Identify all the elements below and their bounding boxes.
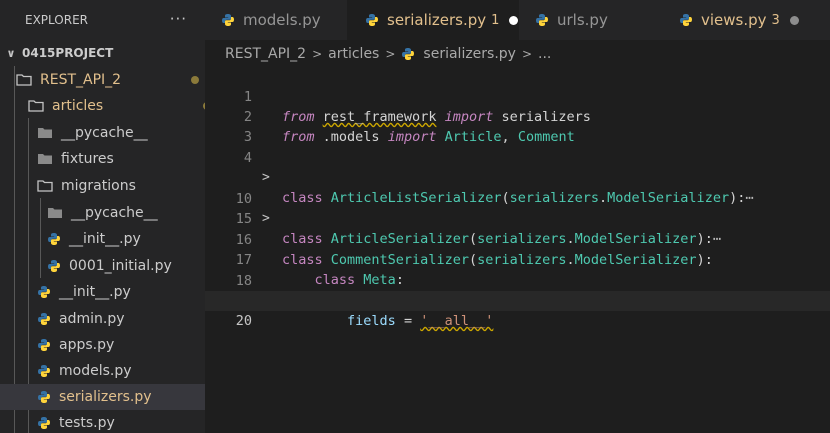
folder-pycache[interactable]: __pycache__ [0, 120, 205, 146]
python-file-icon [680, 14, 692, 26]
unsaved-dot-icon[interactable] [789, 15, 799, 25]
workspace-root-label: 0415PROJECT [22, 46, 114, 60]
folder-label: __pycache__ [61, 125, 148, 141]
unsaved-dot-icon[interactable] [509, 15, 519, 25]
folder-migrations-pycache[interactable]: __pycache__ [0, 200, 205, 226]
file-serializers[interactable]: serializers.py 1 [0, 384, 205, 410]
python-file-icon [222, 14, 234, 26]
python-file-icon [38, 286, 50, 298]
file-0001-initial[interactable]: 0001_initial.py [0, 253, 205, 279]
python-file-icon [38, 339, 50, 351]
more-actions-icon[interactable]: ··· [170, 10, 187, 28]
folder-open-icon [37, 180, 53, 192]
python-file-icon [48, 260, 60, 272]
code-line-current: 20 [205, 291, 830, 329]
explorer-sidebar: EXPLORER ··· ∨ 0415PROJECT REST_API_2 ar… [0, 0, 205, 433]
explorer-title: EXPLORER [25, 13, 88, 27]
chevron-right-icon: > [521, 47, 533, 61]
code-line: 4 > class ArticleListSerializer(serializ… [205, 128, 830, 206]
tab-problem-count: 3 [771, 12, 780, 28]
file-label: serializers.py [59, 389, 152, 405]
file-label: __init__.py [59, 284, 131, 300]
modified-dot [191, 76, 199, 84]
folder-icon [48, 208, 62, 218]
tab-urls[interactable]: urls.py [519, 0, 659, 40]
python-file-icon [48, 233, 60, 245]
chevron-right-icon: > [385, 47, 396, 61]
tab-models[interactable]: models.py [205, 0, 363, 40]
folder-label: fixtures [61, 151, 114, 167]
file-models[interactable]: models.py [0, 358, 205, 384]
file-init[interactable]: __init__.py [0, 279, 205, 305]
tab-views[interactable]: views.py 3 [659, 0, 830, 40]
folder-rest-api-2[interactable]: REST_API_2 [0, 67, 205, 93]
folder-label: migrations [61, 178, 136, 194]
chevron-right-icon: > [312, 47, 323, 61]
tab-label: views.py [701, 11, 767, 29]
file-migrations-init[interactable]: __init__.py [0, 226, 205, 252]
python-file-icon [38, 365, 50, 377]
code-line: 15 [205, 189, 830, 227]
python-file-icon [366, 14, 378, 26]
code-line: 18 model = Comment [205, 251, 830, 309]
workspace-root[interactable]: ∨ 0415PROJECT [0, 40, 205, 66]
code-line: 2 from .models import Article, Comment [205, 87, 830, 145]
folder-open-icon [16, 74, 32, 86]
python-file-icon [38, 391, 50, 403]
file-admin[interactable]: admin.py [0, 306, 205, 332]
folder-label: __pycache__ [71, 205, 158, 221]
line-number: 4 [243, 150, 252, 166]
breadcrumb-file[interactable]: serializers.py [423, 46, 516, 62]
code-line: 17 class Meta: [205, 230, 830, 288]
editor-tab-bar: models.py serializers.py 1 urls.py views… [205, 0, 830, 40]
python-file-icon [38, 313, 50, 325]
chevron-down-icon: ∨ [6, 46, 16, 60]
folder-label: articles [52, 98, 104, 114]
tab-label: models.py [243, 11, 321, 29]
file-label: apps.py [59, 337, 115, 353]
breadcrumb-more[interactable]: ... [538, 46, 551, 62]
tab-label: urls.py [557, 11, 608, 29]
breadcrumb: REST_API_2 > articles > serializers.py >… [225, 42, 551, 66]
breadcrumb-folder[interactable]: articles [328, 46, 379, 62]
code-editor[interactable]: 1 from rest_framework import serializers… [205, 66, 830, 433]
folder-icon [38, 128, 52, 138]
code-line: 19 fields = '__all__' [205, 271, 830, 329]
file-label: __init__.py [69, 231, 141, 247]
python-file-icon [38, 417, 50, 429]
code-line: 3 [205, 107, 830, 145]
tab-serializers[interactable]: serializers.py 1 [347, 0, 519, 40]
folder-icon [38, 154, 52, 164]
file-label: 0001_initial.py [69, 258, 172, 274]
tab-problem-count: 1 [491, 12, 500, 28]
folder-articles[interactable]: articles [0, 93, 205, 119]
explorer-header: EXPLORER ··· [0, 0, 205, 40]
file-label: tests.py [59, 415, 115, 431]
code-line: 1 from rest_framework import serializers [205, 67, 830, 125]
line-number: 20 [235, 313, 252, 329]
folder-migrations[interactable]: migrations [0, 173, 205, 199]
python-file-icon [536, 14, 548, 26]
file-tests[interactable]: tests.py [0, 410, 205, 433]
folder-open-icon [28, 100, 44, 112]
code-line: 10 > class ArticleSerializer(serializers… [205, 169, 830, 247]
folder-label: REST_API_2 [40, 72, 122, 88]
breadcrumb-project[interactable]: REST_API_2 [225, 46, 306, 62]
file-apps[interactable]: apps.py [0, 332, 205, 358]
folder-fixtures[interactable]: fixtures [0, 146, 205, 172]
code-line: 16 class CommentSerializer(serializers.M… [205, 210, 830, 268]
file-label: admin.py [59, 311, 125, 327]
file-label: models.py [59, 363, 132, 379]
python-file-icon [402, 48, 415, 60]
tab-label: serializers.py [387, 11, 487, 29]
